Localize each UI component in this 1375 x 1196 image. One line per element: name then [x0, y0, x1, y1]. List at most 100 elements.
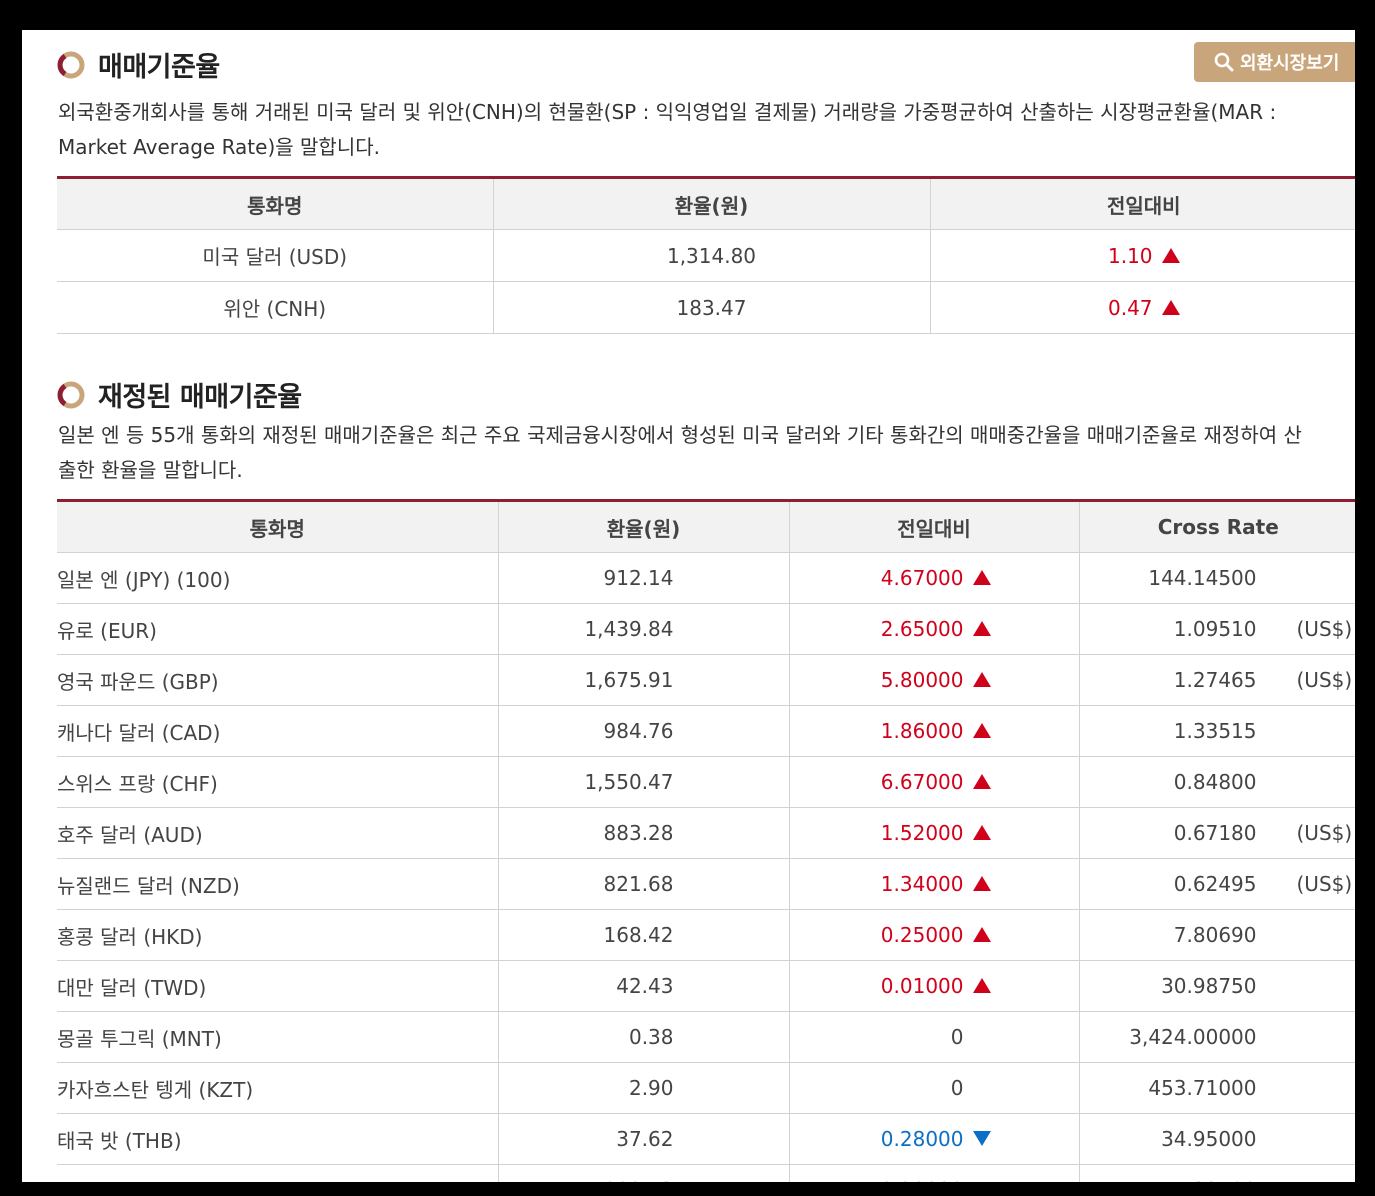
currency-name: 카자흐스탄 텡게 (KZT)	[57, 1062, 498, 1114]
table-row: 태국 밧 (THB) 37.62 0.28000 34.95000	[57, 1113, 1355, 1165]
triangle-up-icon	[972, 621, 991, 636]
table-row: 카자흐스탄 텡게 (KZT) 2.90 0 453.71000	[57, 1062, 1355, 1114]
change-cell: 1.52000	[788, 807, 1079, 859]
cross-rate-value: 1.27465	[1173, 668, 1257, 692]
change-value: 5.80000	[880, 668, 964, 692]
exchange-rate: 0.38	[497, 1011, 789, 1063]
currency-name: 뉴질랜드 달러 (NZD)	[57, 858, 498, 910]
cross-rate-value: 0.67180	[1173, 821, 1257, 845]
ring-bullet-icon	[56, 380, 86, 410]
change-cell: 0.28000	[788, 1113, 1079, 1165]
currency-name: 홍콩 달러 (HKD)	[57, 909, 498, 961]
cross-rate-unit: (US$)	[1296, 872, 1353, 896]
exchange-rate: 1,675.91	[497, 654, 789, 706]
change-cell: 1.10	[929, 229, 1355, 282]
triangle-up-icon	[972, 723, 991, 738]
change-value: 1.86000	[880, 719, 964, 743]
cross-rate-cell: 453.71000	[1078, 1062, 1355, 1114]
table-row: 홍콩 달러 (HKD) 168.42 0.25000 7.80690	[57, 909, 1355, 961]
change-cell: 5.80000	[788, 654, 1079, 706]
section-description: 외국환중개회사를 통해 거래된 미국 달러 및 위안(CNH)의 현물환(SP …	[58, 95, 1355, 165]
change-value: 1.34000	[880, 872, 964, 896]
currency-name: 몽골 투그릭 (MNT)	[57, 1011, 498, 1063]
change-cell: 0.25000	[788, 909, 1079, 961]
cross-rate-cell: 144.14500	[1078, 552, 1355, 604]
search-icon	[1214, 52, 1234, 72]
change-value: 1.10	[1107, 243, 1153, 268]
exchange-rate: 168.42	[497, 909, 789, 961]
cross-rate-value: 7.80690	[1173, 923, 1257, 947]
table-row: 뉴질랜드 달러 (NZD) 821.68 1.34000 0.62495 (US$)	[57, 858, 1355, 910]
cross-rate-value: 144.14500	[1148, 566, 1257, 590]
cross-rate-cell: 1.27465 (US$)	[1078, 654, 1355, 706]
content-panel: 매매기준율 외환시장보기 외국환중개회사를 통해 거래된 미국 달러 및 위안(…	[22, 30, 1355, 1182]
cross-rate-value: 34.95000	[1161, 1127, 1257, 1151]
currency-name: 태국 밧 (THB)	[57, 1113, 498, 1165]
cross-rate-cell: 0.67180 (US$)	[1078, 807, 1355, 859]
exchange-rate: 183.47	[492, 281, 930, 334]
change-value: 4.67000	[880, 566, 964, 590]
fx-market-button-label: 외환시장보기	[1240, 53, 1340, 74]
cross-rate-cell: 1.09510 (US$)	[1078, 603, 1355, 655]
exchange-rate: 2.90	[497, 1062, 789, 1114]
currency-name: 스위스 프랑 (CHF)	[57, 756, 498, 808]
triangle-up-icon	[972, 978, 991, 993]
fx-market-button[interactable]: 외환시장보기	[1194, 42, 1355, 82]
table-header-row: 통화명 환율(원) 전일대비 Cross Rate	[57, 500, 1355, 553]
currency-name: 위안 (CNH)	[57, 281, 493, 334]
table-row: 싱가포르 달러 (SGD)990.13 2.20000 1.32790	[57, 1164, 1355, 1182]
column-header-rate: 환율(원)	[492, 177, 930, 230]
change-cell: 0	[788, 1062, 1079, 1114]
change-cell: 6.67000	[788, 756, 1079, 808]
change-value: 0.01000	[880, 974, 964, 998]
exchange-rate: 37.62	[497, 1113, 789, 1165]
change-value: 2.65000	[880, 617, 964, 641]
triangle-up-icon	[972, 570, 991, 585]
exchange-rate: 42.43	[497, 960, 789, 1012]
ring-bullet-icon	[56, 50, 86, 80]
change-cell: 2.65000	[788, 603, 1079, 655]
triangle-up-icon	[972, 774, 991, 789]
cross-rate-cell: 0.62495 (US$)	[1078, 858, 1355, 910]
triangle-up-icon	[1161, 299, 1180, 315]
exchange-rate: 990.13	[497, 1164, 789, 1182]
cross-rate-cell: 1.32790	[1078, 1164, 1355, 1182]
currency-name: 호주 달러 (AUD)	[57, 807, 498, 859]
change-cell: 1.34000	[788, 858, 1079, 910]
triangle-up-icon	[972, 876, 991, 891]
column-header-change: 전일대비	[788, 500, 1079, 553]
table-row: 호주 달러 (AUD) 883.28 1.52000 0.67180 (US$)	[57, 807, 1355, 859]
change-cell: 4.67000	[788, 552, 1079, 604]
cross-rate-cell: 0.84800	[1078, 756, 1355, 808]
column-header-rate: 환율(원)	[497, 500, 789, 553]
exchange-rate: 984.76	[497, 705, 789, 757]
exchange-rate: 1,314.80	[492, 229, 930, 282]
cross-rate-cell: 34.95000	[1078, 1113, 1355, 1165]
column-header-currency: 통화명	[57, 177, 493, 230]
cross-rate-cell: 3,424.00000	[1078, 1011, 1355, 1063]
section-title: 재정된 매매기준율	[98, 382, 302, 413]
currency-name: 대만 달러 (TWD)	[57, 960, 498, 1012]
description-line: Market Average Rate)을 말합니다.	[58, 135, 380, 159]
cross-rate-value: 1.33515	[1173, 719, 1257, 743]
table-row: 대만 달러 (TWD) 42.43 0.01000 30.98750	[57, 960, 1355, 1012]
triangle-down-icon	[972, 1131, 991, 1146]
currency-name: 영국 파운드 (GBP)	[57, 654, 498, 706]
cross-rate-unit: (US$)	[1296, 821, 1353, 845]
column-header-change: 전일대비	[929, 177, 1355, 230]
exchange-rate: 1,550.47	[497, 756, 789, 808]
section-header-arbitrated-rate: 재정된 매매기준율	[56, 375, 302, 414]
currency-name: 미국 달러 (USD)	[57, 229, 493, 282]
currency-name: 싱가포르 달러 (SGD)	[57, 1164, 498, 1182]
cross-rate-unit: (US$)	[1296, 617, 1353, 641]
description-line: 출한 환율을 말합니다.	[58, 458, 243, 482]
table-row: 영국 파운드 (GBP) 1,675.91 5.80000 1.27465 (US$)	[57, 654, 1355, 706]
cross-rate-value: 0.84800	[1173, 770, 1257, 794]
cross-rate-value: 1.32790	[1100, 1178, 1257, 1182]
cross-rate-cell: 30.98750	[1078, 960, 1355, 1012]
change-value: 0	[950, 1025, 964, 1049]
description-line: 외국환중개회사를 통해 거래된 미국 달러 및 위안(CNH)의 현물환(SP …	[58, 100, 1277, 124]
change-value: 6.67000	[880, 770, 964, 794]
column-header-currency: 통화명	[57, 500, 498, 553]
change-value: 0.25000	[880, 923, 964, 947]
